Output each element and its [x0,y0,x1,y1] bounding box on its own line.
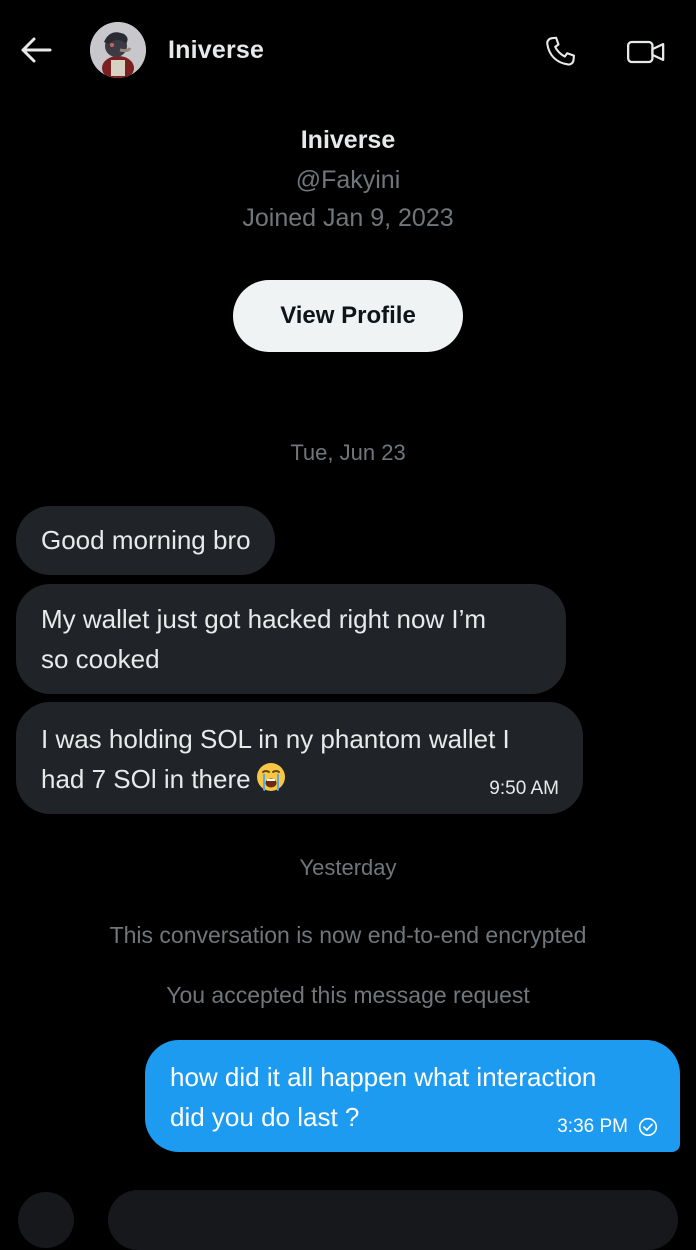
view-profile-button[interactable]: View Profile [233,280,463,352]
incoming-message[interactable]: Good morning bro [16,506,275,575]
call-button[interactable] [538,30,582,74]
date-separator: Yesterday [299,855,397,880]
conversation-header: Iniverse [0,0,696,104]
phone-icon [546,36,575,66]
loudly-crying-face-emoji [255,761,287,793]
message-text-line: how did it all happen what interaction [170,1062,597,1092]
date-separator: Tue, Jun 23 [290,440,406,465]
profile-handle: @Fakyini [295,166,401,194]
message-text-line: My wallet just got hacked right now I’m [41,604,487,634]
profile-joined-date: Joined Jan 9, 2023 [242,204,454,232]
message-text-line: so cooked [41,644,160,674]
incoming-message[interactable]: I was holding SOL in ny phantom wallet I… [16,702,583,814]
message-text: Good morning bro [41,525,251,555]
message-timestamp: 9:50 AM [489,778,559,799]
avatar-image [90,22,146,78]
message-text-line: had 7 SOl in there [41,764,251,794]
message-composer-input[interactable] [108,1190,678,1250]
message-request-notice: You accepted this message request [166,982,530,1008]
composer-media-button[interactable] [18,1192,74,1248]
video-call-button[interactable] [624,30,668,74]
outgoing-message[interactable]: how did it all happen what interaction d… [145,1040,680,1152]
avatar[interactable] [90,22,146,78]
incoming-message[interactable]: My wallet just got hacked right now I’m … [16,584,566,694]
message-status: 3:36 PM [557,1116,658,1138]
back-button[interactable] [14,28,58,72]
header-contact-name[interactable]: Iniverse [168,36,264,65]
message-text-line: did you do last ? [170,1102,360,1132]
video-camera-icon [627,40,665,64]
sent-check-icon [638,1117,658,1137]
message-text-line: I was holding SOL in ny phantom wallet I [41,724,510,754]
message-timestamp: 3:36 PM [557,1116,628,1137]
profile-name: Iniverse [300,126,396,154]
encryption-notice: This conversation is now end-to-end encr… [109,922,587,948]
arrow-left-icon [21,37,52,63]
